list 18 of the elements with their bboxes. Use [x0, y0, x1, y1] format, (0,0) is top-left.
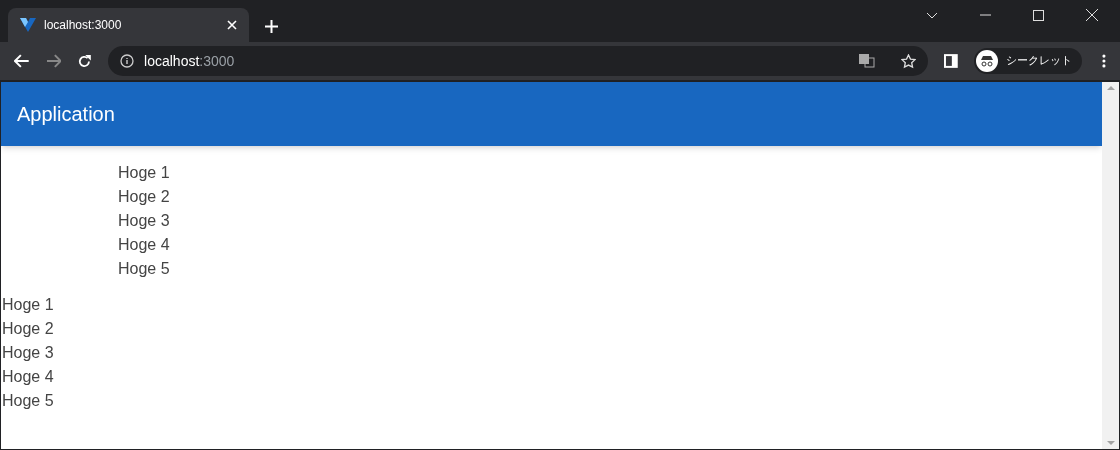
- url-host: localhost: [144, 51, 200, 71]
- tab-title: localhost:3000: [44, 17, 123, 34]
- incognito-profile-button[interactable]: シークレット: [974, 48, 1083, 74]
- list-item: Hoge 2: [2, 319, 55, 339]
- profile-label: シークレット: [1006, 52, 1073, 69]
- list-item: Hoge 3: [2, 343, 55, 363]
- app-title: Application: [17, 102, 115, 127]
- list-item: Hoge 5: [118, 259, 171, 279]
- list-item: Hoge 5: [2, 391, 55, 411]
- address-bar[interactable]: localhost:3000: [108, 46, 929, 76]
- list-item: Hoge 2: [118, 187, 171, 207]
- list-item: Hoge 4: [2, 367, 55, 387]
- browser-tab[interactable]: localhost:3000: [8, 8, 249, 42]
- list-item: Hoge 1: [2, 295, 55, 315]
- list-item: Hoge 3: [118, 211, 171, 231]
- url-port: :3000: [199, 51, 235, 71]
- list-item: Hoge 4: [118, 235, 171, 255]
- list-item: Hoge 1: [118, 163, 171, 183]
